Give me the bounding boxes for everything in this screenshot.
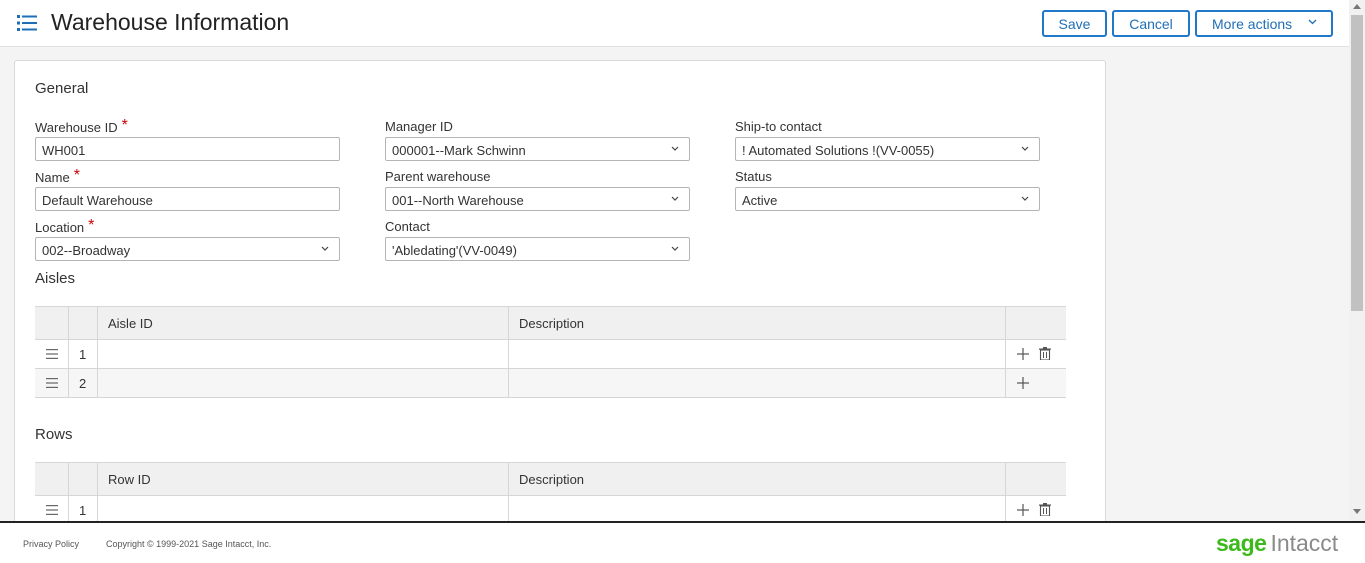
warehouse-id-label-text: Warehouse ID [35,120,118,135]
logo-intacct-text: Intacct [1270,530,1339,556]
row-number: 1 [79,503,87,518]
vertical-scrollbar[interactable] [1349,0,1365,521]
row-number: 1 [79,347,87,362]
scroll-up-arrow-icon[interactable] [1353,4,1361,9]
more-actions-button[interactable]: More actions [1195,10,1333,37]
parent-warehouse-value: 001--North Warehouse [392,193,524,208]
section-title-rows: Rows [35,426,73,443]
status-label: Status [735,169,772,184]
column-divider [97,463,98,529]
plus-icon[interactable] [1017,377,1029,389]
column-divider [1005,307,1006,398]
chevron-down-icon [671,196,679,201]
manager-id-select[interactable]: 000001--Mark Schwinn [385,137,690,161]
location-label-text: Location [35,220,85,235]
ship-to-contact-value: ! Automated Solutions !(VV-0055) [742,143,935,158]
section-title-aisles: Aisles [35,270,76,287]
warehouse-id-label: Warehouse ID * [35,117,128,137]
form-card: General Warehouse ID * WH001 Name * Defaul… [14,60,1106,530]
scrollbar-thumb[interactable] [1351,15,1363,311]
description-cell[interactable] [509,369,1006,397]
column-divider [68,463,69,529]
name-label-text: Name [35,170,70,185]
location-label: Location * [35,217,95,237]
row-number: 2 [79,376,87,391]
drag-handle-icon[interactable] [46,505,58,515]
more-actions-label: More actions [1212,15,1293,32]
row-id-cell[interactable] [98,496,509,524]
location-value: 002--Broadway [42,243,131,258]
rows-grid-header: Row ID Description [35,463,1066,496]
column-divider [68,307,69,398]
drag-handle-icon[interactable] [46,378,58,388]
logo-sage-text: sage [1216,530,1267,556]
row-id-column-header: Row ID [108,472,151,487]
page-title: Warehouse Information [51,9,290,35]
description-column-header: Description [519,316,585,331]
chevron-down-icon [671,246,679,251]
plus-icon[interactable] [1017,504,1029,516]
drag-handle-icon[interactable] [46,349,58,359]
parent-warehouse-label: Parent warehouse [385,169,491,184]
column-divider [508,463,509,529]
trash-icon[interactable] [1039,347,1051,360]
contact-select[interactable]: 'Abledating'(VV-0049) [385,237,690,261]
aisles-grid: Aisle ID Description 1 2 [35,306,1066,398]
description-cell[interactable] [509,340,1006,368]
scroll-down-arrow-icon[interactable] [1353,509,1361,514]
manager-id-value: 000001--Mark Schwinn [392,143,526,158]
top-bar: Warehouse Information Save Cancel More a… [0,0,1349,47]
table-row: 1 [35,340,1066,369]
chevron-down-icon [1021,196,1029,201]
sage-intacct-logo: sage Intacct [1216,530,1338,557]
aisle-id-cell[interactable] [98,340,509,368]
status-value: Active [742,193,778,208]
table-row: 2 [35,369,1066,398]
copyright-text: Copyright © 1999-2021 Sage Intacct, Inc. [106,539,272,549]
parent-warehouse-select[interactable]: 001--North Warehouse [385,187,690,211]
cancel-button[interactable]: Cancel [1112,10,1190,37]
required-marker: * [88,217,95,234]
rows-grid: Row ID Description 1 [35,462,1066,529]
chevron-down-icon [1308,19,1317,25]
list-menu-icon[interactable] [17,14,37,32]
description-cell[interactable] [509,496,1006,524]
footer: Privacy Policy Copyright © 1999-2021 Sag… [0,521,1365,563]
status-select[interactable]: Active [735,187,1040,211]
column-divider [97,307,98,398]
aisles-grid-header: Aisle ID Description [35,307,1066,340]
column-divider [508,307,509,398]
contact-label: Contact [385,219,430,234]
plus-icon[interactable] [1017,348,1029,360]
column-divider [1005,463,1006,529]
location-select[interactable]: 002--Broadway [35,237,340,261]
trash-icon[interactable] [1039,503,1051,516]
ship-to-contact-label: Ship-to contact [735,119,822,134]
ship-to-contact-select[interactable]: ! Automated Solutions !(VV-0055) [735,137,1040,161]
chevron-down-icon [671,146,679,151]
warehouse-id-field[interactable]: WH001 [35,137,340,161]
chevron-down-icon [1021,146,1029,151]
contact-value: 'Abledating'(VV-0049) [392,243,517,258]
required-marker: * [121,117,128,134]
section-title-general: General [35,80,89,97]
privacy-policy-link[interactable]: Privacy Policy [23,539,79,549]
save-button[interactable]: Save [1042,10,1107,37]
required-marker: * [73,167,80,184]
chevron-down-icon [321,246,329,251]
description-column-header: Description [519,472,585,487]
name-label: Name * [35,167,80,187]
name-field[interactable]: Default Warehouse [35,187,340,211]
manager-id-label: Manager ID [385,119,453,134]
aisle-id-column-header: Aisle ID [108,316,153,331]
aisle-id-cell[interactable] [98,369,509,397]
